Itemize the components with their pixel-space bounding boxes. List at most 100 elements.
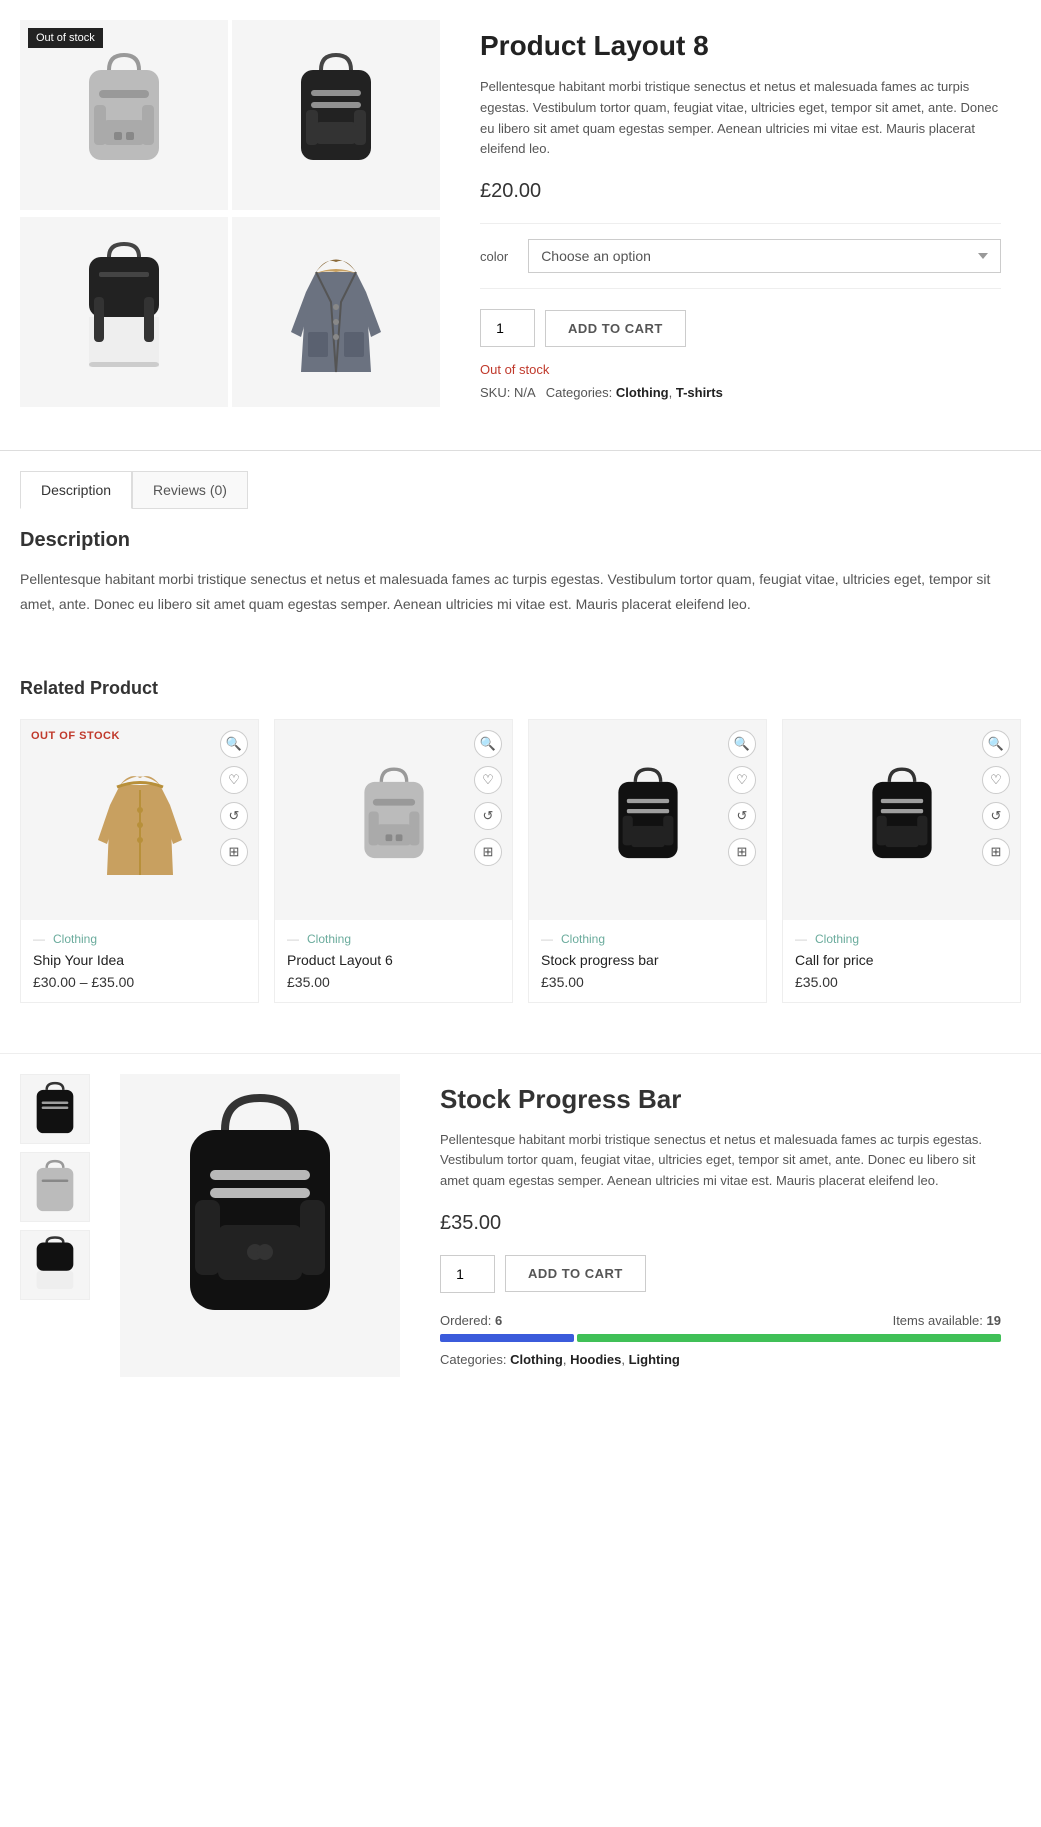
related-card-2: 🔍 ♡ ↺ ⊞ Clothing Product Layout 6 £35.00 (274, 719, 513, 1003)
heart-icon-1[interactable]: ♡ (220, 766, 248, 794)
related-card-1-body: Clothing Ship Your Idea £30.00 – £35.00 (21, 920, 258, 1002)
refresh-icon-3[interactable]: ↺ (728, 802, 756, 830)
out-of-stock-text: Out of stock (480, 362, 1001, 377)
sku-value: N/A (514, 385, 535, 400)
product-image-1[interactable]: Out of stock (20, 20, 228, 210)
search-icon-1[interactable]: 🔍 (220, 730, 248, 758)
related-product-name-2[interactable]: Product Layout 6 (287, 952, 500, 968)
progress-bar-ordered (440, 1334, 574, 1342)
backpack-bicolor-image (74, 242, 174, 382)
description-text: Pellentesque habitant morbi tristique se… (20, 567, 1021, 617)
related-card-2-body: Clothing Product Layout 6 £35.00 (275, 920, 512, 1002)
heart-icon-3[interactable]: ♡ (728, 766, 756, 794)
quantity-input[interactable] (480, 309, 535, 347)
cart-icon-1[interactable]: ⊞ (220, 838, 248, 866)
thumb-2[interactable] (20, 1152, 90, 1222)
thumb-black-backpack-1 (30, 1079, 80, 1139)
category-clothing-link[interactable]: Clothing (616, 385, 669, 400)
related-card-4-icons: 🔍 ♡ ↺ ⊞ (982, 730, 1010, 866)
search-icon-4[interactable]: 🔍 (982, 730, 1010, 758)
related-card-3-image[interactable]: 🔍 ♡ ↺ ⊞ (529, 720, 766, 920)
black-backpack-thumb-3 (603, 765, 693, 875)
tab-description[interactable]: Description (20, 471, 132, 509)
product2-thumbnails (20, 1074, 100, 1377)
categories-label: Categories: (546, 385, 612, 400)
sku-label: SKU: (480, 385, 510, 400)
add-to-cart-row: ADD TO CART (480, 309, 1001, 347)
product2-add-row: ADD TO CART (440, 1255, 1001, 1293)
product1-title: Product Layout 8 (480, 30, 1001, 62)
add-to-cart-button[interactable]: ADD TO CART (545, 310, 686, 347)
product2-backpack-main (160, 1090, 360, 1360)
related-products-title: Related Product (20, 678, 1021, 699)
heart-icon-2[interactable]: ♡ (474, 766, 502, 794)
related-category-1: Clothing (33, 932, 246, 946)
heart-icon-4[interactable]: ♡ (982, 766, 1010, 794)
related-product-name-3[interactable]: Stock progress bar (541, 952, 754, 968)
related-card-1: OUT OF STOCK 🔍 (20, 719, 259, 1003)
color-label: color (480, 249, 508, 264)
description-section: Description Pellentesque habitant morbi … (0, 509, 1041, 637)
cart-icon-3[interactable]: ⊞ (728, 838, 756, 866)
color-select[interactable]: Choose an option (528, 239, 1001, 273)
stock-labels: Ordered: 6 Items available: 19 (440, 1313, 1001, 1328)
items-available-value: 19 (987, 1313, 1001, 1328)
description-title: Description (20, 529, 1021, 552)
product2-category-hoodies[interactable]: Hoodies (570, 1352, 621, 1367)
gray-backpack-thumb (349, 765, 439, 875)
related-category-3: Clothing (541, 932, 754, 946)
cart-icon-2[interactable]: ⊞ (474, 838, 502, 866)
tab-reviews[interactable]: Reviews (0) (132, 471, 248, 509)
tabs-section: Description Reviews (0) (0, 450, 1041, 509)
thumb-3[interactable] (20, 1230, 90, 1300)
refresh-icon-2[interactable]: ↺ (474, 802, 502, 830)
related-card-4: 🔍 ♡ ↺ ⊞ Clothing Call for price £35.00 (782, 719, 1021, 1003)
thumb-1[interactable] (20, 1074, 90, 1144)
related-card-1-image[interactable]: OUT OF STOCK 🔍 (21, 720, 258, 920)
backpack-gray-image (74, 50, 174, 180)
category-tshirts-link[interactable]: T-shirts (676, 385, 723, 400)
related-card-3: 🔍 ♡ ↺ ⊞ Clothing Stock progress bar £35.… (528, 719, 767, 1003)
product1-description: Pellentesque habitant morbi tristique se… (480, 77, 1001, 160)
refresh-icon-4[interactable]: ↺ (982, 802, 1010, 830)
related-card-4-image[interactable]: 🔍 ♡ ↺ ⊞ (783, 720, 1020, 920)
coat-image (286, 242, 386, 382)
related-products-grid: OUT OF STOCK 🔍 (20, 719, 1021, 1003)
product2-add-to-cart-button[interactable]: ADD TO CART (505, 1255, 646, 1292)
cart-icon-4[interactable]: ⊞ (982, 838, 1010, 866)
product-images-grid: Out of stock (20, 20, 440, 410)
related-card-3-icons: 🔍 ♡ ↺ ⊞ (728, 730, 756, 866)
thumb-bicolor-backpack (30, 1235, 80, 1295)
product2-category-clothing[interactable]: Clothing (510, 1352, 563, 1367)
product2-title: Stock Progress Bar (440, 1084, 1001, 1115)
coat-thumb-image (95, 760, 185, 880)
stock-progress-bar (440, 1334, 1001, 1342)
backpack-black-image (286, 50, 386, 180)
stock-progress-section: Ordered: 6 Items available: 19 (440, 1313, 1001, 1342)
search-icon-3[interactable]: 🔍 (728, 730, 756, 758)
related-card-2-image[interactable]: 🔍 ♡ ↺ ⊞ (275, 720, 512, 920)
product2-main-image[interactable] (120, 1074, 400, 1377)
black-backpack-thumb-4 (857, 765, 947, 875)
related-category-2: Clothing (287, 932, 500, 946)
product2-category-lighting[interactable]: Lighting (629, 1352, 680, 1367)
related-products-section: Related Product OUT OF STOCK (0, 658, 1041, 1023)
product1-info: Product Layout 8 Pellentesque habitant m… (460, 20, 1021, 410)
color-option-row: color Choose an option (480, 223, 1001, 289)
product1-section: Out of stock (0, 0, 1041, 430)
product-image-4[interactable] (232, 217, 440, 407)
related-card-4-body: Clothing Call for price £35.00 (783, 920, 1020, 1002)
product-image-3[interactable] (20, 217, 228, 407)
search-icon-2[interactable]: 🔍 (474, 730, 502, 758)
items-available-label: Items available: 19 (893, 1313, 1001, 1328)
sku-categories: SKU: N/A Categories: Clothing, T-shirts (480, 385, 1001, 400)
product-tabs: Description Reviews (0) (20, 471, 1021, 509)
related-product-name-4[interactable]: Call for price (795, 952, 1008, 968)
product2-info: Stock Progress Bar Pellentesque habitant… (420, 1074, 1021, 1377)
product2-quantity-input[interactable] (440, 1255, 495, 1293)
refresh-icon-1[interactable]: ↺ (220, 802, 248, 830)
related-product-name-1[interactable]: Ship Your Idea (33, 952, 246, 968)
related-card-1-icons: 🔍 ♡ ↺ ⊞ (220, 730, 248, 866)
product-image-2[interactable] (232, 20, 440, 210)
related-product-price-1: £30.00 – £35.00 (33, 974, 246, 990)
